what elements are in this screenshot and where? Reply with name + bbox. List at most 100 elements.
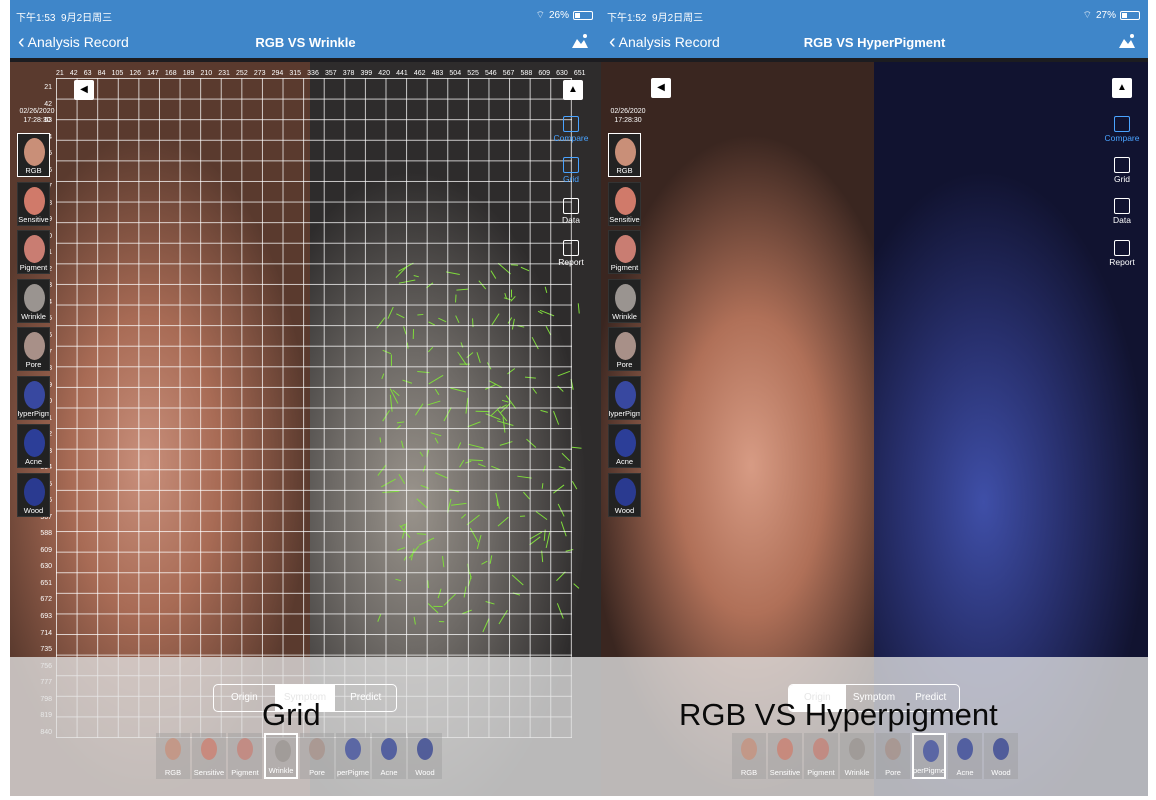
status-bar: 下午1:52 9月2日周三 ⌔ 27%: [601, 0, 1148, 28]
strip-thumb-perpigme[interactable]: perPigme: [912, 733, 946, 779]
x-tick-label: 609: [538, 70, 550, 77]
tool-data-button[interactable]: Data: [1102, 198, 1142, 225]
strip-thumb-sensitive[interactable]: Sensitive: [192, 733, 226, 779]
x-tick-label: 294: [271, 70, 284, 77]
caption-text: RGB VS Hyperpigment: [679, 697, 998, 732]
tool-data-button[interactable]: Data: [551, 198, 591, 225]
strip-thumb-wrinkle[interactable]: Wrinkle: [840, 733, 874, 779]
tool-label: Data: [1113, 215, 1131, 225]
x-tick-label: 273: [253, 70, 266, 77]
strip-thumb-wood[interactable]: Wood: [984, 733, 1018, 779]
tool-label: Data: [562, 215, 580, 225]
report-icon: [563, 240, 579, 256]
tool-report-button[interactable]: Report: [551, 240, 591, 267]
x-tick-label: 336: [307, 70, 319, 77]
x-tick-label: 252: [236, 70, 248, 77]
collapse-left-button[interactable]: ◀: [74, 80, 94, 100]
expand-up-button[interactable]: ▲: [563, 80, 583, 100]
expand-up-button[interactable]: ▲: [1112, 78, 1132, 98]
wrinkle-mark: [573, 583, 580, 589]
x-tick-label: 630: [556, 70, 568, 77]
strip-thumb-acne[interactable]: Acne: [948, 733, 982, 779]
tool-grid-button[interactable]: Grid: [1102, 157, 1142, 184]
y-tick-label: 630: [40, 563, 52, 571]
thumb-sensitive[interactable]: Sensitive: [608, 181, 641, 226]
strip-face-image: [923, 740, 939, 762]
thumb-rgb[interactable]: RGB: [608, 133, 641, 177]
thumb-pore[interactable]: Pore: [17, 327, 50, 371]
tool-compare-button[interactable]: Compare: [551, 116, 591, 143]
strip-thumb-wrinkle[interactable]: Wrinkle: [264, 733, 298, 779]
x-tick-label: 567: [502, 70, 515, 77]
thumb-label: Wrinkle: [612, 311, 637, 321]
thumb-label: HyperPigment: [18, 408, 50, 418]
strip-thumb-rgb[interactable]: RGB: [156, 733, 190, 779]
compare-icon: [563, 116, 579, 132]
strip-thumb-pigment[interactable]: Pigment: [804, 733, 838, 779]
thumb-label: Sensitive: [18, 214, 49, 224]
x-tick-label: 588: [520, 70, 533, 77]
strip-thumb-pore[interactable]: Pore: [300, 733, 334, 779]
thumb-rgb[interactable]: RGB: [17, 133, 50, 177]
image-landscape-icon[interactable]: [1118, 33, 1136, 49]
thumb-face-image: [24, 429, 45, 457]
thumb-acne[interactable]: Acne: [17, 424, 50, 468]
strip-face-image: [813, 738, 829, 760]
capture-date: 02/26/2020 17:28:30: [610, 108, 646, 124]
tool-report-button[interactable]: Report: [1102, 240, 1142, 267]
strip-thumb-pigment[interactable]: Pigment: [228, 733, 262, 779]
y-tick-label: 21: [44, 84, 52, 91]
grid-icon: [1114, 157, 1130, 173]
strip-label: Wood: [415, 768, 435, 777]
y-tick-label: 693: [40, 613, 52, 620]
strip-thumb-rgb[interactable]: RGB: [732, 733, 766, 779]
thumb-pigment[interactable]: Pigment: [608, 230, 641, 274]
thumb-wrinkle[interactable]: Wrinkle: [608, 278, 641, 323]
page-title: RGB VS Wrinkle: [255, 35, 356, 50]
collapse-left-button[interactable]: ◀: [651, 78, 671, 98]
x-tick-label: 21: [56, 70, 64, 77]
thumb-sensitive[interactable]: Sensitive: [17, 181, 50, 226]
tool-compare-button[interactable]: Compare: [1102, 116, 1142, 143]
thumb-wrinkle[interactable]: Wrinkle: [17, 278, 50, 323]
x-tick-label: 504: [449, 70, 462, 77]
thumb-face-image: [615, 138, 636, 166]
wrinkle-mark: [577, 303, 580, 314]
image-landscape-icon[interactable]: [571, 33, 589, 49]
data-chart-icon: [1114, 198, 1130, 214]
x-tick-label: 210: [200, 70, 213, 77]
y-tick-label: 735: [40, 646, 52, 654]
thumb-wood[interactable]: Wood: [17, 472, 50, 517]
x-tick-label: 231: [218, 70, 230, 77]
x-tick-label: 399: [360, 70, 373, 77]
strip-thumb-perpigme[interactable]: perPigme: [336, 733, 370, 779]
strip-thumb-wood[interactable]: Wood: [408, 733, 442, 779]
thumb-label: RGB: [25, 166, 42, 175]
status-time: 下午1:53 9月2日周三: [16, 13, 113, 24]
thumb-face-image: [615, 380, 636, 409]
thumb-face-image: [24, 477, 45, 506]
strip-thumb-pore[interactable]: Pore: [876, 733, 910, 779]
strip-thumb-acne[interactable]: Acne: [372, 733, 406, 779]
strip-label: Wood: [991, 768, 1011, 777]
thumb-pigment[interactable]: Pigment: [17, 230, 50, 274]
tool-label: Compare: [553, 133, 589, 143]
thumb-hyperpigment[interactable]: HyperPigment: [608, 375, 641, 420]
tool-grid-button[interactable]: Grid: [551, 157, 591, 184]
strip-thumb-sensitive[interactable]: Sensitive: [768, 733, 802, 779]
x-tick-label: 420: [378, 70, 390, 77]
x-tick-label: 462: [413, 70, 426, 77]
thumb-wood[interactable]: Wood: [608, 472, 641, 517]
segment-predict[interactable]: Predict: [335, 685, 396, 711]
thumb-face-image: [615, 235, 636, 263]
x-tick-label: 651: [573, 70, 586, 77]
x-tick-label: 525: [467, 70, 479, 77]
x-tick-label: 483: [431, 70, 444, 77]
thumb-face-image: [615, 186, 636, 215]
thumb-pore[interactable]: Pore: [608, 327, 641, 371]
thumb-hyperpigment[interactable]: HyperPigment: [17, 375, 50, 420]
x-tick-label: 105: [111, 70, 124, 77]
left-screenshot: 下午1:53 9月2日周三 ⌔ 26% ‹ Analysis Record RG…: [10, 0, 601, 796]
thumb-acne[interactable]: Acne: [608, 424, 641, 468]
strip-face-image: [957, 738, 973, 760]
